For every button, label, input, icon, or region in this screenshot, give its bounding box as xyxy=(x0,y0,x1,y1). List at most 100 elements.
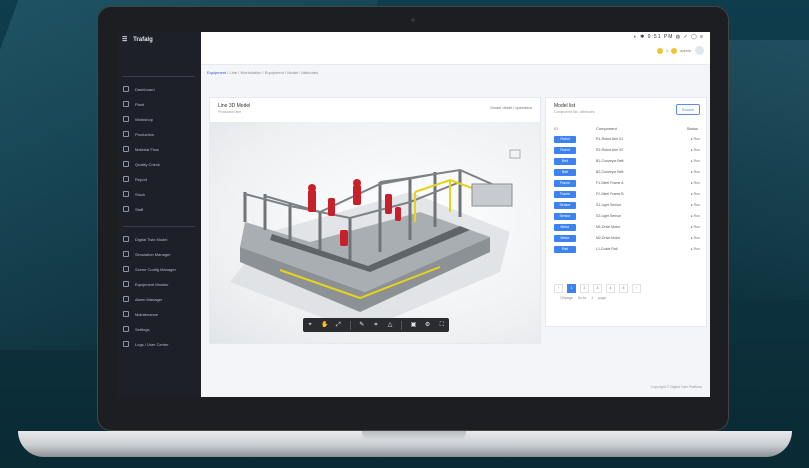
pagination-page[interactable]: 1 xyxy=(567,284,576,293)
sidebar-item[interactable]: Digital Twin Model xyxy=(123,234,197,244)
settings-icon[interactable] xyxy=(671,47,678,54)
nav-icon xyxy=(123,326,129,332)
sidebar-item-label: Quality Check xyxy=(135,161,160,167)
sidebar-item[interactable]: Staff xyxy=(123,204,197,214)
column-header-status[interactable]: Status xyxy=(687,126,698,131)
component-name: R2-Robot Arm 02 xyxy=(596,148,624,152)
table-row[interactable]: Belt B1-Conveyor Belt ● Run xyxy=(554,158,700,167)
nav-icon xyxy=(123,101,129,107)
table-row[interactable]: Robot R2-Robot Arm 02 ● Run xyxy=(554,147,700,156)
component-tag[interactable]: Frame xyxy=(554,180,576,187)
component-status: ● Run xyxy=(690,181,700,185)
sidebar-item-label: Report xyxy=(135,176,148,182)
measure-icon[interactable]: ✎ xyxy=(359,322,365,328)
component-status: ● Run xyxy=(690,203,700,207)
sidebar-item[interactable]: Maintenance xyxy=(123,309,197,319)
component-tag[interactable]: Rail xyxy=(554,246,576,253)
sidebar-item[interactable]: Workshop xyxy=(123,114,197,124)
nav-icon xyxy=(123,176,129,182)
component-status: ● Run xyxy=(690,137,700,141)
sidebar-item[interactable]: Quality Check xyxy=(123,159,197,169)
pagination-meta: 10/page Go to 1 page xyxy=(560,296,606,300)
viewer-title: Line 3D Model xyxy=(218,103,251,109)
pagination-page[interactable]: 3 xyxy=(593,284,602,293)
component-tag[interactable]: Belt xyxy=(554,158,576,165)
component-name: B2-Conveyor Belt xyxy=(596,170,624,174)
table-row[interactable]: Sensor S2-Light Sensor ● Run xyxy=(554,213,700,222)
select-icon[interactable]: ⌖ xyxy=(307,322,313,328)
sidebar-item[interactable]: Dashboard xyxy=(123,84,197,94)
production-line-3d-model xyxy=(230,149,521,332)
sidebar-item[interactable]: Report xyxy=(123,174,197,184)
column-header-component[interactable]: Component xyxy=(596,126,617,131)
column-header-id[interactable]: ID xyxy=(554,126,558,131)
pagination-page[interactable]: ‹ xyxy=(554,284,563,293)
breadcrumb: Equipment / Line / Workstation / Equipme… xyxy=(207,70,318,75)
component-tag[interactable]: Robot xyxy=(554,147,576,154)
nav-icon xyxy=(123,116,129,122)
component-status: ● Run xyxy=(690,214,700,218)
table-row[interactable]: Frame F1-Steel Frame A ● Run xyxy=(554,180,700,189)
component-tag[interactable]: Sensor xyxy=(554,213,576,220)
pagination-meta-item: Go to xyxy=(577,296,587,300)
axis-gizmo[interactable] xyxy=(509,149,521,159)
pagination-meta-item: page xyxy=(598,296,606,300)
sidebar-item-label: Alarm Manager xyxy=(135,296,163,302)
fullscreen-icon[interactable]: ⛶ xyxy=(439,322,445,328)
breadcrumb-current[interactable]: Equipment xyxy=(207,70,226,75)
explode-icon[interactable]: △ xyxy=(387,322,393,328)
nav-icon xyxy=(123,236,129,242)
notification-icon[interactable] xyxy=(656,47,663,54)
properties-icon[interactable]: ▣ xyxy=(410,322,417,328)
sidebar-item[interactable]: Settings xyxy=(123,324,197,334)
component-tag[interactable]: Robot xyxy=(554,136,576,143)
sidebar-item[interactable]: Stock xyxy=(123,189,197,199)
table-row[interactable]: Robot R1-Robot Arm 01 ● Run xyxy=(554,136,700,145)
sidebar-item[interactable]: Production xyxy=(123,129,197,139)
sidebar-item[interactable]: Material Flow xyxy=(123,144,197,154)
avatar[interactable] xyxy=(695,46,704,55)
brand[interactable]: ☰ Trafalg xyxy=(122,36,153,43)
pan-icon[interactable]: ✋ xyxy=(321,322,328,328)
table-row[interactable]: Belt B2-Conveyor Belt ● Run xyxy=(554,169,700,178)
sidebar-divider xyxy=(123,226,195,227)
nav-icon xyxy=(123,206,129,212)
3d-canvas[interactable] xyxy=(210,122,540,343)
viewer-detail-link[interactable]: Model detail / operation xyxy=(490,105,532,110)
table-row[interactable]: Frame F2-Steel Frame B ● Run xyxy=(554,191,700,200)
component-tag[interactable]: Belt xyxy=(554,169,576,176)
pagination-page[interactable]: 4 xyxy=(606,284,615,293)
sidebar-item-label: Staff xyxy=(135,206,144,212)
zoom-icon[interactable]: ⤢ xyxy=(335,322,341,328)
user-menu[interactable]: 1 admin xyxy=(654,46,704,55)
section-icon[interactable]: ⌗ xyxy=(373,322,379,328)
pagination-meta-item[interactable]: 1 xyxy=(591,296,593,300)
component-tag[interactable]: Motor xyxy=(554,224,576,231)
sidebar-item-label: Logs / User Center xyxy=(135,341,169,347)
table-row[interactable]: Rail L1-Guide Rail ● Run xyxy=(554,246,700,255)
component-status: ● Run xyxy=(690,225,700,229)
pagination-page[interactable]: 2 xyxy=(580,284,589,293)
table-row[interactable]: Sensor S1-Light Sensor ● Run xyxy=(554,202,700,211)
pagination-page[interactable]: 5 xyxy=(619,284,628,293)
sidebar-item[interactable]: Logs / User Center xyxy=(123,339,197,349)
table-row[interactable]: Motor M1-Drive Motor ● Run xyxy=(554,224,700,233)
menu-icon[interactable]: ☰ xyxy=(122,37,127,43)
frame-rails xyxy=(244,168,511,220)
breadcrumb-rest[interactable]: / Line / Workstation / Equipment / Model… xyxy=(227,70,318,75)
settings-icon[interactable]: ⚙ xyxy=(425,322,431,328)
sidebar-item[interactable]: Simulation Manager xyxy=(123,249,197,259)
component-tag[interactable]: Motor xyxy=(554,235,576,242)
table-row[interactable]: Motor M2-Drive Motor ● Run xyxy=(554,235,700,244)
pagination-page[interactable]: › xyxy=(632,284,641,293)
sidebar-item[interactable]: Alarm Manager xyxy=(123,294,197,304)
component-tag[interactable]: Frame xyxy=(554,191,576,198)
component-status: ● Run xyxy=(690,148,700,152)
component-tag[interactable]: Sensor xyxy=(554,202,576,209)
search-button[interactable]: Search xyxy=(676,104,700,115)
sidebar-item[interactable]: Scene Config Manager xyxy=(123,264,197,274)
user-name: admin xyxy=(680,48,691,53)
sidebar-item[interactable]: Plant xyxy=(123,99,197,109)
sidebar-item-label: Stock xyxy=(135,191,146,197)
sidebar-item[interactable]: Equipment Monitor xyxy=(123,279,197,289)
